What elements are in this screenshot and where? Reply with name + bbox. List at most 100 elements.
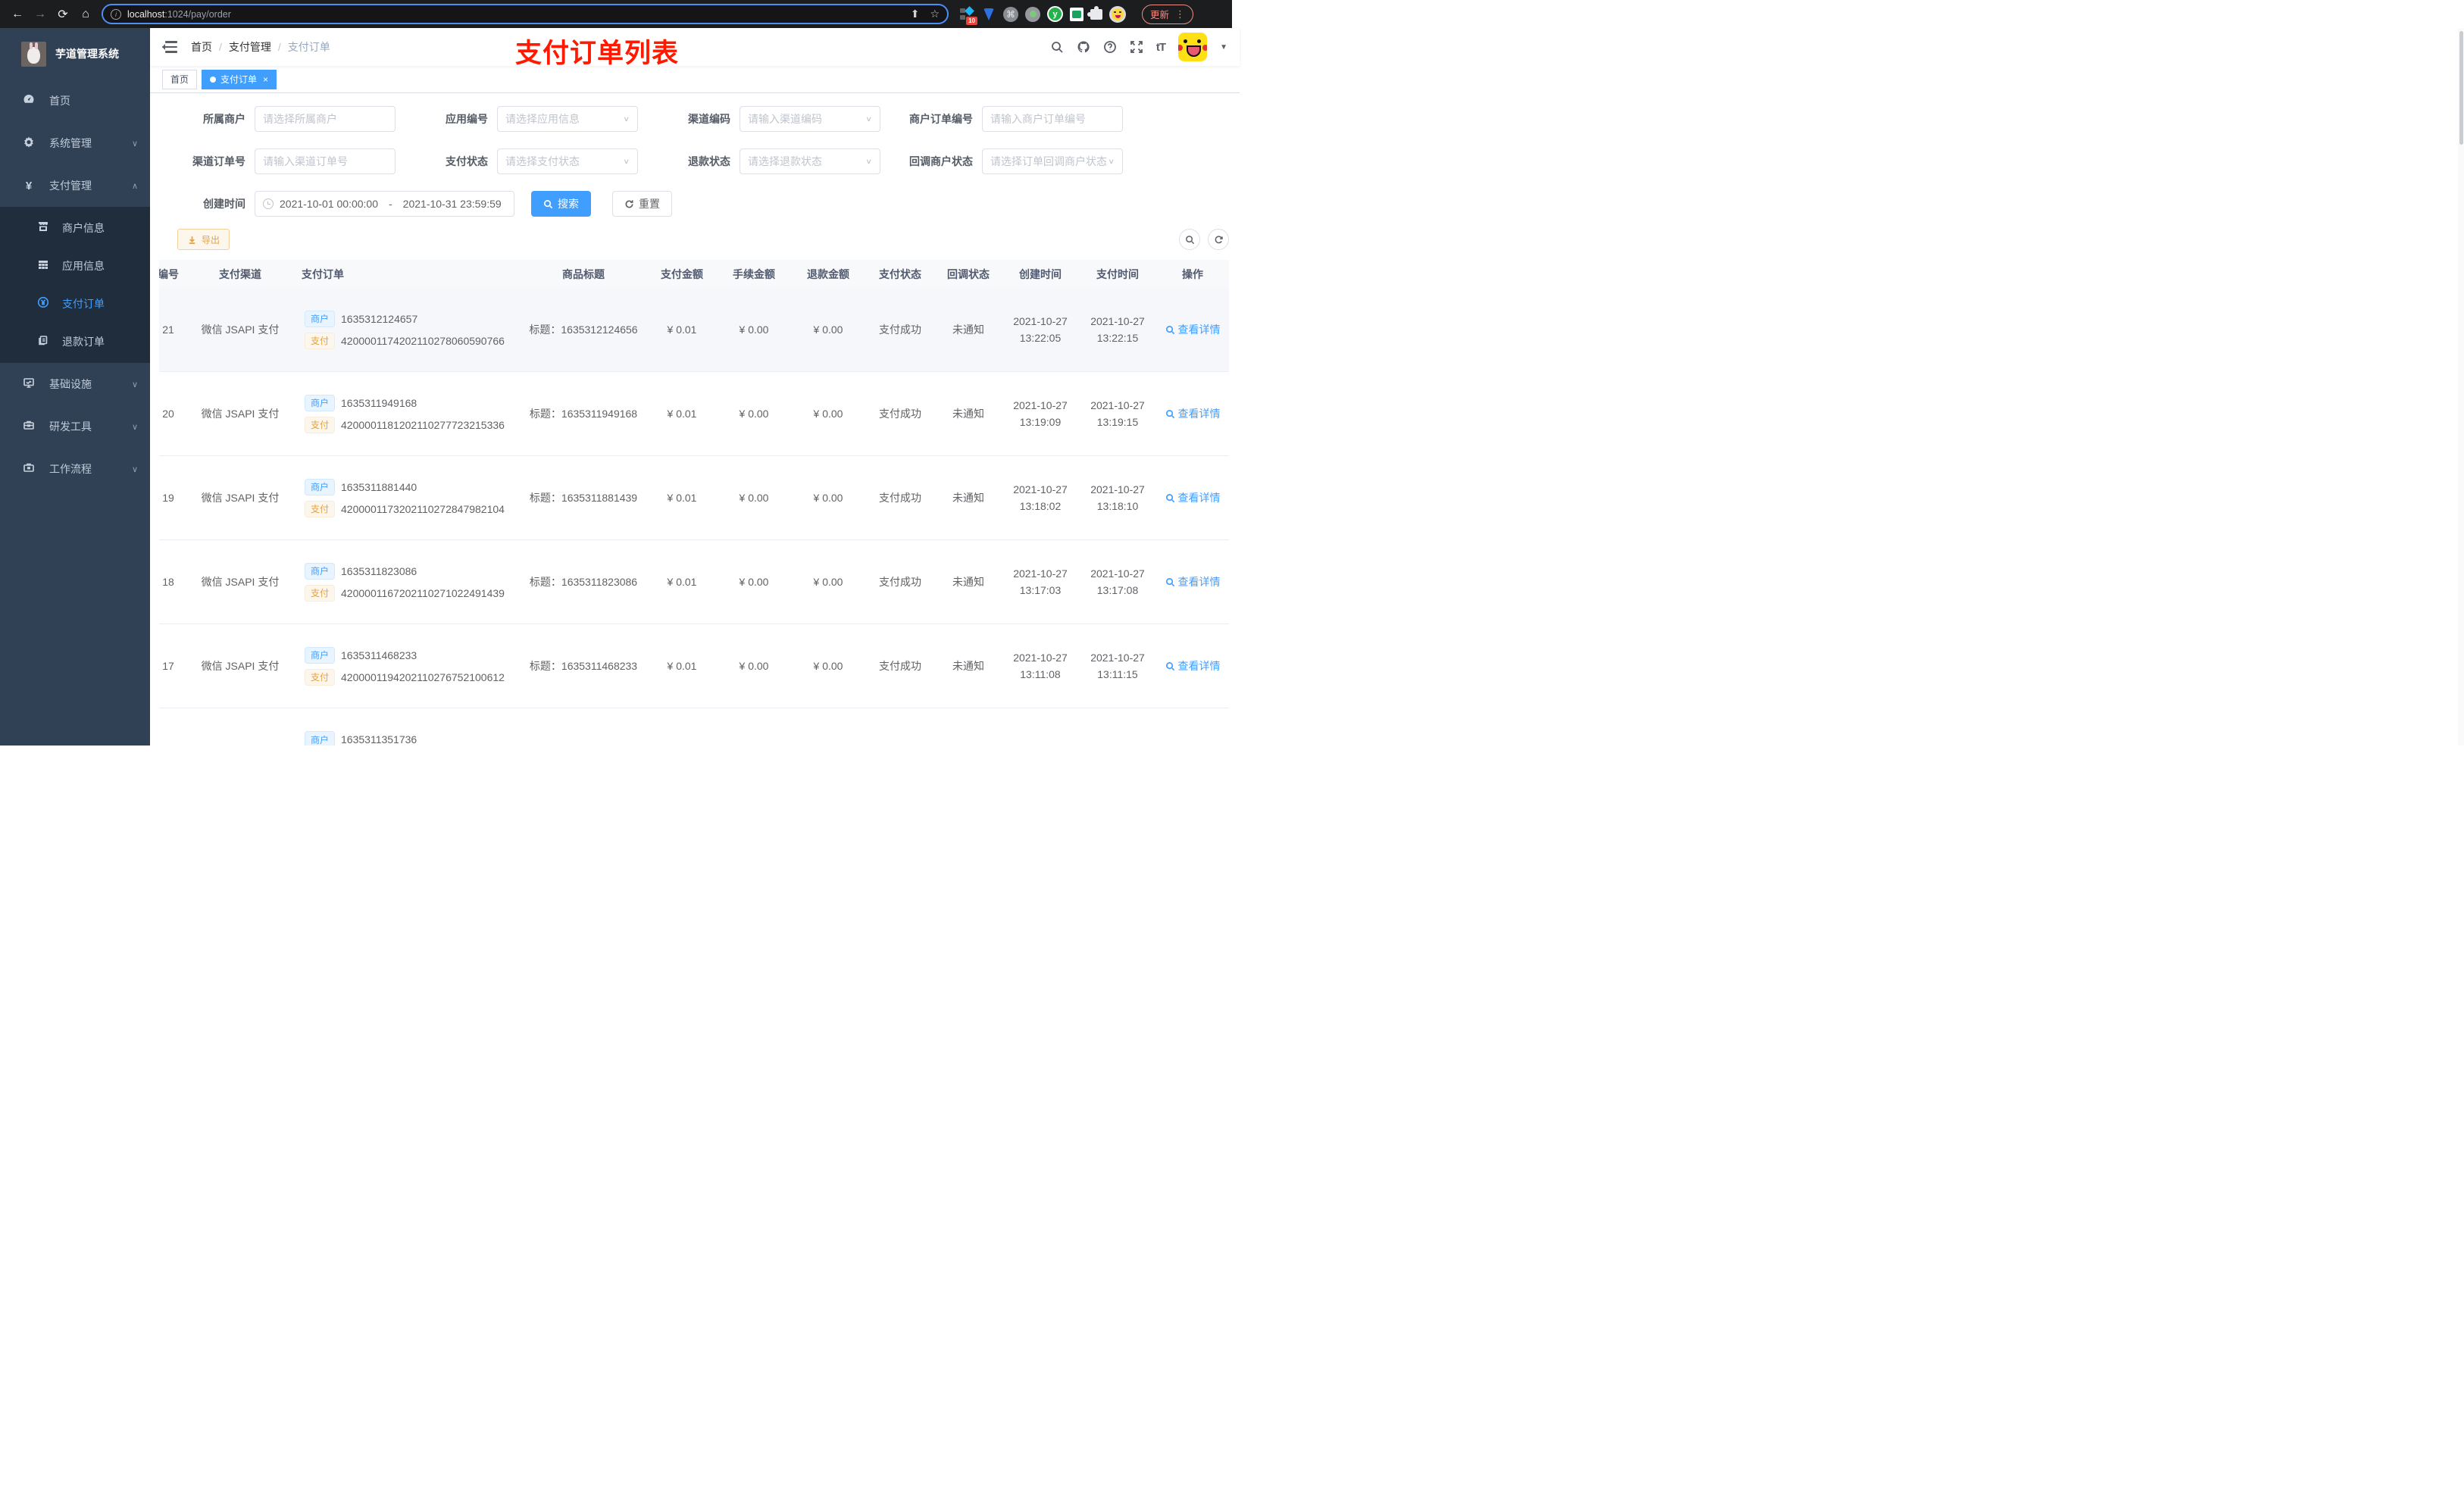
table-toolbar: 导出 bbox=[177, 229, 1229, 250]
cell-fee: ¥ 0.00 bbox=[739, 576, 769, 588]
table-row: 17 微信 JSAPI 支付 商户 1635311468233 支付 42000… bbox=[159, 624, 1229, 708]
export-button[interactable]: 导出 bbox=[177, 229, 230, 250]
view-detail-link[interactable]: 查看详情 bbox=[1165, 322, 1221, 337]
extension-icon-gem[interactable] bbox=[981, 7, 996, 22]
col-fee: 手续金额 bbox=[733, 267, 775, 280]
pay-tag: 支付 bbox=[305, 500, 336, 517]
sidebar-item-system[interactable]: 系统管理 ∨ bbox=[0, 122, 150, 164]
avatar-caret-icon[interactable]: ▼ bbox=[1220, 43, 1227, 52]
browser-home-button[interactable]: ⌂ bbox=[76, 5, 95, 24]
breadcrumb-home[interactable]: 首页 bbox=[191, 39, 212, 55]
address-bar[interactable]: i localhost:1024/pay/order ⬆ ☆ bbox=[102, 4, 949, 24]
refresh-button[interactable] bbox=[1208, 229, 1229, 250]
cell-notify: 未通知 bbox=[952, 324, 984, 336]
yen-circle-icon bbox=[36, 296, 50, 311]
cell-status: 支付成功 bbox=[879, 492, 921, 504]
refund-status-select[interactable]: 请选择退款状态 ∨ bbox=[740, 148, 880, 174]
app-logo-row[interactable]: 芋道管理系统 bbox=[0, 28, 150, 80]
app-select[interactable]: 请选择应用信息 ∨ bbox=[497, 106, 638, 132]
extensions-puzzle-icon[interactable] bbox=[1087, 5, 1102, 20]
bookmark-star-icon[interactable]: ☆ bbox=[930, 8, 940, 20]
chevron-down-icon: ∨ bbox=[131, 380, 138, 389]
merchant-order-no-input[interactable] bbox=[982, 106, 1123, 132]
chevron-down-icon: ∨ bbox=[131, 464, 138, 474]
pay-tag: 支付 bbox=[305, 584, 336, 602]
extension-icon-recorder[interactable] bbox=[1025, 6, 1040, 22]
table-row: 20 微信 JSAPI 支付 商户 1635311949168 支付 42000… bbox=[159, 372, 1229, 456]
sidebar-item-refund-order[interactable]: 退款订单 bbox=[0, 323, 150, 361]
filter-label: 支付状态 bbox=[446, 155, 488, 167]
browser-forward-button[interactable]: → bbox=[30, 5, 50, 24]
font-size-icon[interactable]: tT bbox=[1156, 41, 1166, 54]
merchant-tag: 商户 bbox=[305, 310, 336, 327]
extension-icon-command[interactable]: ⌘ bbox=[1003, 6, 1018, 22]
filter-label: 渠道编码 bbox=[688, 113, 730, 125]
cell-action: 查看详情 bbox=[1156, 406, 1229, 421]
view-detail-link[interactable]: 查看详情 bbox=[1165, 658, 1221, 674]
cell-id: 21 bbox=[162, 324, 174, 336]
sidebar-item-infrastructure[interactable]: 基础设施 ∨ bbox=[0, 363, 150, 405]
tab-pay-order[interactable]: 支付订单 × bbox=[202, 69, 277, 89]
merchant-tag: 商户 bbox=[305, 394, 336, 411]
header-search-icon[interactable] bbox=[1050, 40, 1064, 54]
tab-close-icon[interactable]: × bbox=[263, 74, 268, 85]
extension-icon-chat[interactable] bbox=[1070, 7, 1083, 21]
page-scrollbar[interactable] bbox=[2458, 28, 2464, 746]
sidebar-item-devtools[interactable]: 研发工具 ∨ bbox=[0, 405, 150, 448]
toggle-search-button[interactable] bbox=[1179, 229, 1200, 250]
merchant-tag: 商户 bbox=[305, 562, 336, 580]
cell-paid: 2021-10-27 13:17:08 bbox=[1090, 567, 1145, 596]
channel-code-select[interactable]: 请输入渠道编码 ∨ bbox=[740, 106, 880, 132]
col-paid: 支付时间 bbox=[1096, 267, 1139, 280]
cell-created: 2021-10-27 13:22:05 bbox=[1013, 315, 1068, 344]
site-info-icon[interactable]: i bbox=[111, 8, 121, 20]
merchant-input[interactable] bbox=[255, 106, 396, 132]
user-avatar[interactable] bbox=[1178, 33, 1208, 61]
view-detail-link[interactable]: 查看详情 bbox=[1165, 406, 1221, 421]
tab-home[interactable]: 首页 bbox=[162, 69, 198, 89]
table-row: 18 微信 JSAPI 支付 商户 1635311823086 支付 42000… bbox=[159, 540, 1229, 624]
extension-badge: 10 bbox=[966, 16, 977, 25]
hamburger-icon[interactable] bbox=[162, 41, 177, 53]
fullscreen-icon[interactable] bbox=[1130, 40, 1143, 54]
view-detail-link[interactable]: 查看详情 bbox=[1165, 574, 1221, 589]
channel-order-no-input[interactable] bbox=[255, 148, 396, 174]
browser-reload-button[interactable]: ⟳ bbox=[53, 5, 73, 24]
col-created: 创建时间 bbox=[1019, 267, 1062, 280]
toolbox-icon bbox=[22, 419, 36, 434]
github-icon[interactable] bbox=[1077, 40, 1090, 54]
reset-button[interactable]: 重置 bbox=[612, 191, 672, 217]
sidebar-item-home[interactable]: 首页 bbox=[0, 80, 150, 122]
filter-label: 所属商户 bbox=[203, 113, 245, 125]
browser-profile-avatar[interactable] bbox=[1109, 5, 1126, 23]
breadcrumb-payment[interactable]: 支付管理 bbox=[229, 39, 271, 55]
sidebar-item-app-info[interactable]: 应用信息 bbox=[0, 247, 150, 285]
cell-title: 标题：1635312124656 bbox=[529, 324, 638, 336]
browser-menu-icon[interactable]: ⋮ bbox=[1175, 8, 1185, 20]
filter-label: 商户订单编号 bbox=[909, 113, 973, 125]
extension-icon-y[interactable]: y bbox=[1047, 6, 1063, 22]
view-detail-link[interactable]: 查看详情 bbox=[1165, 490, 1221, 505]
search-button[interactable]: 搜索 bbox=[531, 191, 591, 217]
cell-created: 2021-10-27 13:17:03 bbox=[1013, 567, 1068, 596]
help-icon[interactable] bbox=[1103, 40, 1117, 54]
sidebar-item-merchant-info[interactable]: 商户信息 bbox=[0, 209, 150, 247]
table-row-partial: 商户 1635311351736 bbox=[159, 708, 1229, 746]
browser-back-button[interactable]: ← bbox=[8, 5, 27, 24]
create-time-range-picker[interactable]: 2021-10-01 00:00:00 - 2021-10-31 23:59:5… bbox=[255, 191, 514, 217]
orders-table: 编号 支付渠道 支付订单 商品标题 支付金额 手续金额 退款金额 支付状态 回调… bbox=[159, 260, 1229, 746]
notify-status-select[interactable]: 请选择订单回调商户状态 ∨ bbox=[982, 148, 1123, 174]
browser-update-button[interactable]: 更新 ⋮ bbox=[1142, 4, 1194, 24]
sidebar-item-pay-order[interactable]: 支付订单 bbox=[0, 285, 150, 323]
share-icon[interactable]: ⬆ bbox=[911, 8, 920, 20]
chevron-down-icon: ∨ bbox=[131, 139, 138, 148]
pay-status-select[interactable]: 请选择支付状态 ∨ bbox=[497, 148, 638, 174]
cell-amount: ¥ 0.01 bbox=[667, 324, 697, 336]
extension-icon-vault[interactable]: 10 bbox=[959, 5, 977, 25]
sidebar-item-workflow[interactable]: 工作流程 ∨ bbox=[0, 448, 150, 490]
cell-created: 2021-10-27 13:11:08 bbox=[1013, 652, 1068, 680]
cell-action: 查看详情 bbox=[1156, 322, 1229, 337]
sidebar-item-payment[interactable]: ¥ 支付管理 ∧ bbox=[0, 164, 150, 207]
app-title: 芋道管理系统 bbox=[55, 48, 119, 60]
clock-icon bbox=[263, 198, 274, 209]
